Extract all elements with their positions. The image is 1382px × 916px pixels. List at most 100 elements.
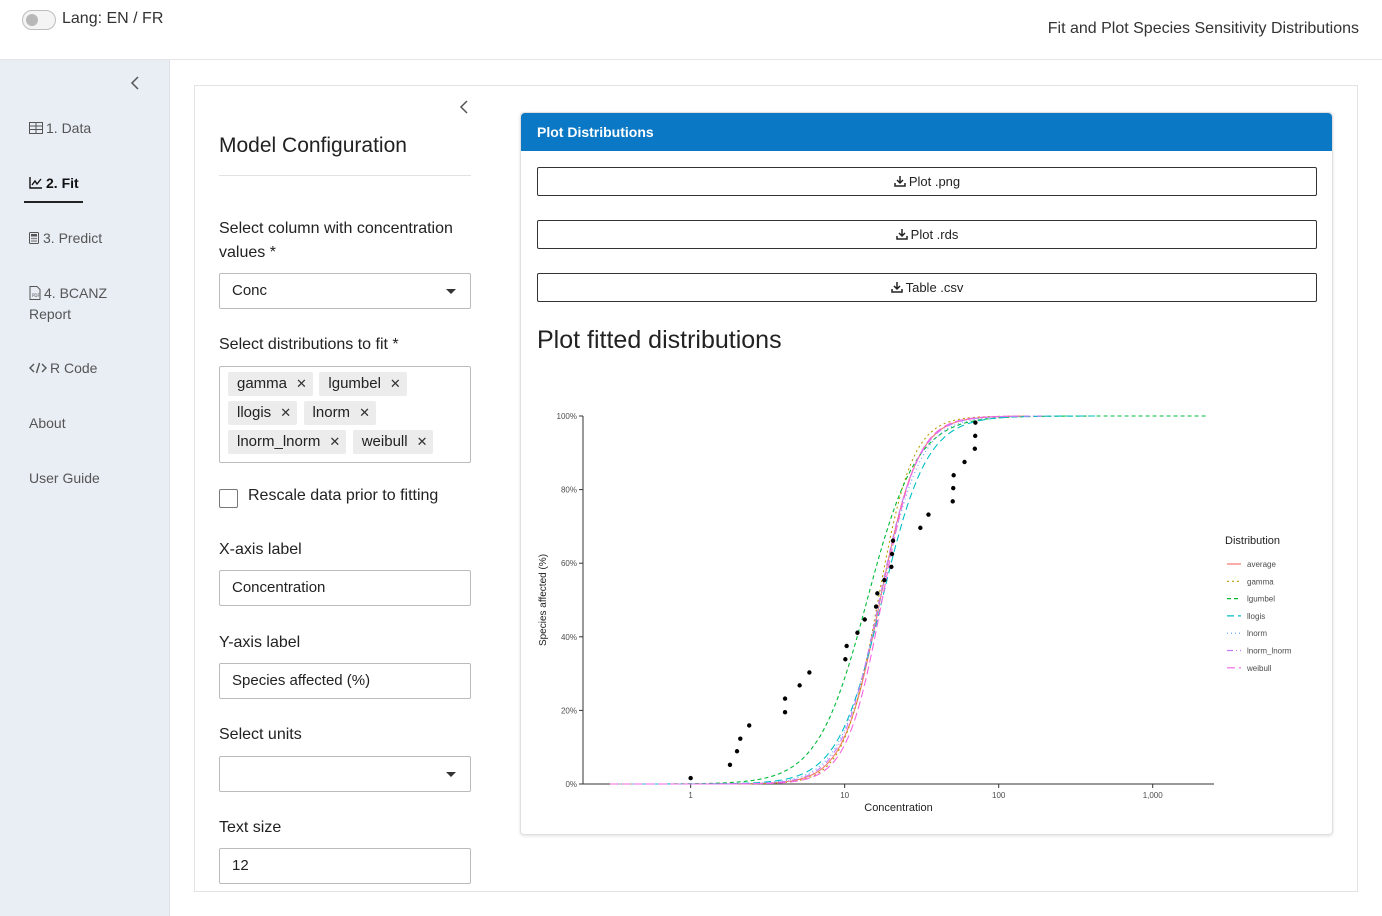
y-tick-label: 60% xyxy=(561,559,577,568)
legend-label: weibull xyxy=(1246,664,1272,673)
series-line-llogis xyxy=(610,415,1100,785)
data-point xyxy=(843,657,848,662)
data-point xyxy=(738,736,743,741)
data-point xyxy=(797,683,802,688)
x-tick-label: 1,000 xyxy=(1143,791,1164,800)
main-card: Model Configuration Select column with c… xyxy=(194,85,1358,892)
text-size-input[interactable]: 12 xyxy=(219,848,471,884)
input-value: 12 xyxy=(232,857,249,874)
data-point xyxy=(727,762,733,768)
button-label: Plot .png xyxy=(908,174,961,189)
data-point xyxy=(889,564,894,570)
rescale-checkbox[interactable] xyxy=(219,489,238,508)
data-point xyxy=(973,433,978,439)
distribution-tag[interactable]: lgumbel ✕ xyxy=(319,372,407,396)
download-plot-rds-button[interactable]: Plot .rds xyxy=(537,220,1317,249)
series-line-weibull xyxy=(610,415,1019,785)
data-point xyxy=(862,617,867,622)
tag-label: gamma xyxy=(237,375,288,392)
distribution-tag[interactable]: lnorm ✕ xyxy=(303,401,376,425)
data-point xyxy=(951,473,956,478)
units-select[interactable] xyxy=(219,756,471,792)
chevron-left-icon xyxy=(130,76,139,90)
config-collapse-button[interactable] xyxy=(459,100,469,119)
yaxis-label-input[interactable]: Species affected (%) xyxy=(219,663,471,699)
plot-distributions-card: Plot Distributions Plot .png Plot .rds T… xyxy=(520,112,1333,835)
distribution-tag[interactable]: lnorm_lnorm ✕ xyxy=(228,430,347,454)
data-point xyxy=(890,538,896,543)
table-icon xyxy=(29,122,43,134)
svg-text:PDF: PDF xyxy=(32,293,40,298)
tag-label: lnorm_lnorm xyxy=(237,433,321,450)
data-point xyxy=(950,499,955,504)
chart-line-icon xyxy=(29,177,42,189)
distribution-tag[interactable]: weibull ✕ xyxy=(352,430,434,454)
y-tick-label: 80% xyxy=(561,486,577,495)
select-value: Conc xyxy=(232,282,268,299)
xaxis-label-label: X-axis label xyxy=(219,541,302,558)
remove-icon[interactable]: ✕ xyxy=(417,434,428,449)
remove-icon[interactable]: ✕ xyxy=(359,405,370,420)
remove-icon[interactable]: ✕ xyxy=(390,376,401,391)
button-label: Table .csv xyxy=(905,280,964,295)
y-axis-title: Species affected (%) xyxy=(538,554,549,646)
download-icon xyxy=(895,229,908,240)
input-value: Species affected (%) xyxy=(232,672,371,689)
data-point xyxy=(972,446,978,451)
legend-label: llogis xyxy=(1247,612,1265,621)
sidebar-item-fit[interactable]: 2. Fit xyxy=(24,173,83,203)
conc-column-select[interactable]: Conc xyxy=(219,273,471,309)
download-table-csv-button[interactable]: Table .csv xyxy=(537,273,1317,302)
chevron-left-icon xyxy=(459,100,468,114)
y-tick-label: 20% xyxy=(561,706,577,715)
language-toggle[interactable] xyxy=(22,10,56,30)
data-point xyxy=(855,630,860,635)
data-point xyxy=(747,723,752,728)
remove-icon[interactable]: ✕ xyxy=(329,434,340,449)
sidebar-item-data[interactable]: 1. Data xyxy=(29,118,91,139)
legend-label: lgumbel xyxy=(1247,595,1275,604)
sidebar-item-user-guide[interactable]: User Guide xyxy=(29,468,100,489)
data-point xyxy=(973,420,978,425)
yaxis-label-label: Y-axis label xyxy=(219,634,301,651)
series-line-lnorm_lnorm xyxy=(610,415,1042,785)
legend-title: Distribution xyxy=(1225,535,1280,547)
data-point xyxy=(882,577,887,583)
language-label: Lang: EN / FR xyxy=(62,10,164,27)
distributions-multiselect[interactable]: gamma ✕ lgumbel ✕ llogis ✕ lnorm ✕ lnorm_lno… xyxy=(219,366,471,463)
download-plot-png-button[interactable]: Plot .png xyxy=(537,167,1317,196)
sidebar-item-about[interactable]: About xyxy=(29,413,66,434)
y-tick-label: 0% xyxy=(565,780,577,789)
data-point xyxy=(782,710,788,715)
sidebar-collapse-button[interactable] xyxy=(130,76,140,95)
data-point xyxy=(889,551,895,557)
remove-icon[interactable]: ✕ xyxy=(280,405,291,420)
data-point xyxy=(951,485,956,491)
data-point xyxy=(688,775,693,781)
distribution-tag[interactable]: gamma ✕ xyxy=(228,372,313,396)
tag-label: llogis xyxy=(237,404,272,421)
xaxis-label-input[interactable]: Concentration xyxy=(219,570,471,606)
series-line-gamma xyxy=(610,415,1024,785)
sidebar-item-r-code[interactable]: R Code xyxy=(29,358,97,379)
top-bar: Lang: EN / FR Fit and Plot Species Sensi… xyxy=(0,0,1382,60)
legend-label: gamma xyxy=(1247,577,1274,586)
code-icon xyxy=(29,362,47,374)
data-point xyxy=(844,643,849,649)
config-title: Model Configuration xyxy=(219,134,407,157)
caret-down-icon xyxy=(446,289,456,294)
data-point xyxy=(782,696,788,701)
data-point xyxy=(875,591,880,596)
divider xyxy=(219,175,471,176)
sidebar-item-label: 3. Predict xyxy=(43,230,103,246)
sidebar-item-label: User Guide xyxy=(29,470,100,486)
legend-label: lnorm_lnorm xyxy=(1247,647,1292,656)
x-tick-label: 100 xyxy=(992,791,1006,800)
sidebar-item-bcanz-report[interactable]: PDF 4. BCANZ Report xyxy=(29,283,107,325)
sidebar-item-predict[interactable]: 3. Predict xyxy=(29,228,102,249)
data-point xyxy=(873,604,879,609)
data-point xyxy=(918,525,923,531)
download-icon xyxy=(894,176,906,187)
distribution-tag[interactable]: llogis ✕ xyxy=(228,401,298,425)
remove-icon[interactable]: ✕ xyxy=(296,376,307,391)
